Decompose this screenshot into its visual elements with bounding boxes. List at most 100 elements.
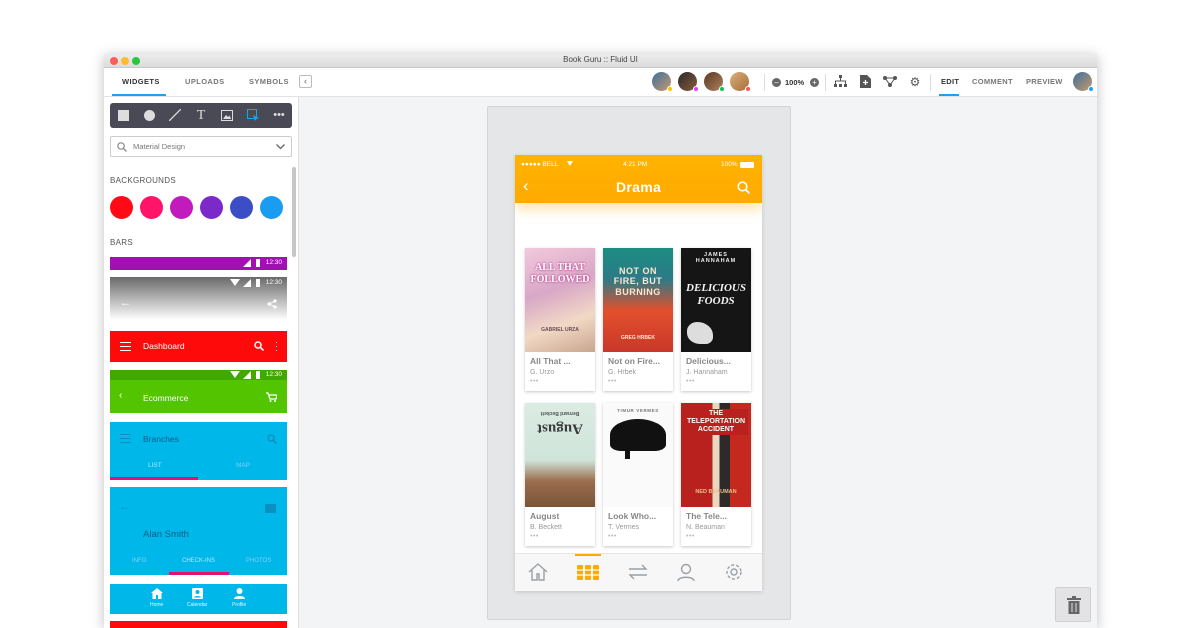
branches-appbar-widget[interactable]: Branches LIST MAP (110, 422, 287, 480)
red-bar-widget[interactable] (110, 621, 287, 628)
transparent-appbar-widget[interactable]: 12:30 ← (110, 277, 287, 320)
more-icon[interactable]: ••• (608, 378, 617, 385)
status-time: 12:30 (265, 259, 282, 266)
swap-arrows-icon (628, 564, 648, 580)
book-title: All That ... (530, 356, 571, 366)
text-tool[interactable]: T (188, 103, 214, 128)
book-author: G. Hrbek (608, 369, 637, 376)
color-swatch[interactable] (260, 196, 283, 219)
drawing-tools: T ••• (110, 103, 292, 128)
cover-author: NED BEAUMAN (695, 489, 737, 495)
toolbar-divider (825, 74, 826, 91)
tab-map[interactable]: MAP (236, 462, 250, 469)
search-input[interactable]: Material Design (133, 142, 185, 151)
ecommerce-appbar-widget[interactable]: 12:30 ‹ Ecommerce (110, 370, 287, 413)
profile-header-widget[interactable]: ← Alan Smith INFO CHECK-INS PHOTOS (110, 487, 287, 575)
battery-icon (256, 371, 260, 379)
more-icon[interactable]: ••• (686, 533, 695, 540)
status-bar-widget-purple[interactable]: 12:30 (110, 257, 287, 270)
book-card[interactable]: Bernard Beckett August August B. Beckett… (525, 403, 595, 546)
phone-screen[interactable]: ●●●●● BELL 4:21 PM 100% ‹ Drama ALL THAT… (515, 155, 762, 591)
widget-library-select[interactable]: Material Design (110, 136, 292, 157)
tab-list[interactable]: LIST (148, 462, 162, 469)
person-icon (677, 563, 695, 582)
tab-check-ins[interactable]: CHECK-INS (182, 558, 215, 564)
hotspot-tool[interactable] (240, 103, 266, 128)
line-tool[interactable] (162, 103, 188, 128)
nav-exchange[interactable] (626, 562, 650, 584)
mode-comment[interactable]: COMMENT (972, 77, 1013, 86)
more-icon[interactable]: ••• (686, 378, 695, 385)
books-icon (577, 565, 599, 580)
color-swatch[interactable] (140, 196, 163, 219)
toolbar-divider (764, 74, 765, 91)
book-card[interactable]: TIMUR VERMES Look Who... T. Vermes ••• (603, 403, 673, 546)
more-icon[interactable]: ••• (530, 378, 539, 385)
tab-symbols[interactable]: SYMBOLS (249, 77, 289, 86)
book-cover: Bernard Beckett August (525, 403, 595, 507)
search-icon (117, 142, 127, 152)
settings-button[interactable]: ⚙ (908, 75, 922, 89)
ellipse-tool[interactable] (136, 103, 162, 128)
delete-button[interactable] (1055, 587, 1091, 622)
wifi-icon (230, 279, 240, 286)
zoom-out-button[interactable]: – (772, 78, 781, 87)
collaborator-avatar[interactable] (652, 72, 673, 92)
tab-uploads[interactable]: UPLOADS (185, 77, 224, 86)
zoom-in-button[interactable]: + (810, 78, 819, 87)
appbar-title: Branches (143, 434, 179, 444)
nav-library[interactable] (576, 562, 600, 584)
tab-photos[interactable]: PHOTOS (246, 558, 271, 564)
book-card[interactable]: THE TELEPORTATION ACCIDENT NED BEAUMAN T… (681, 403, 751, 546)
sitemap-icon (833, 75, 847, 87)
rectangle-tool[interactable] (110, 103, 136, 128)
active-mode-indicator (939, 94, 959, 96)
battery-icon (256, 279, 260, 287)
link-flow-button[interactable] (883, 75, 897, 89)
collapse-panel-button[interactable]: ‹ (299, 75, 312, 88)
color-swatch[interactable] (200, 196, 223, 219)
add-page-button[interactable] (858, 75, 872, 89)
top-toolbar: WIDGETS UPLOADS SYMBOLS ‹ – 100% + ⚙ EDI… (104, 68, 1097, 97)
nav-profile[interactable] (675, 562, 699, 584)
book-card[interactable]: ALL THAT FOLLOWED GABRIEL URZA All That … (525, 248, 595, 391)
more-icon[interactable]: ••• (530, 533, 539, 540)
panel-scrollbar[interactable] (292, 167, 296, 257)
status-time: 12:30 (265, 279, 282, 286)
search-icon[interactable] (737, 181, 750, 194)
nav-settings[interactable] (723, 562, 747, 584)
cart-icon (266, 392, 277, 402)
book-author: T. Vermes (608, 524, 640, 531)
nav-home[interactable] (527, 562, 551, 584)
share-nodes-icon (883, 76, 897, 87)
battery-icon (256, 259, 260, 267)
share-icon (267, 299, 277, 309)
comment-icon (265, 504, 276, 513)
book-card[interactable]: JAMES HANNAHAM DELICIOUS FOODS Delicious… (681, 248, 751, 391)
book-card[interactable]: NOT ON FIRE, BUT BURNING GREG HRBEK Not … (603, 248, 673, 391)
mode-preview[interactable]: PREVIEW (1026, 77, 1063, 86)
collaborator-avatar[interactable] (730, 72, 751, 92)
contact-icon (192, 588, 203, 599)
sitemap-button[interactable] (833, 75, 847, 89)
color-swatch[interactable] (230, 196, 253, 219)
book-author: J. Hannaham (686, 369, 728, 376)
bottom-nav-widget[interactable]: Home Calendar Profile (110, 584, 287, 614)
more-icon[interactable]: ••• (608, 533, 617, 540)
collaborator-avatar[interactable] (678, 72, 699, 92)
chevron-left-icon: ‹ (304, 76, 307, 86)
color-swatch[interactable] (110, 196, 133, 219)
mode-edit[interactable]: EDIT (941, 77, 959, 86)
image-tool[interactable] (214, 103, 240, 128)
tab-info[interactable]: INFO (132, 558, 146, 564)
book-cover: ALL THAT FOLLOWED GABRIEL URZA (525, 248, 595, 352)
active-tab-indicator (112, 94, 166, 96)
current-user-avatar[interactable] (1073, 72, 1094, 92)
signal-icon (243, 259, 251, 267)
tab-widgets[interactable]: WIDGETS (122, 77, 160, 86)
dashboard-appbar-widget[interactable]: Dashboard · · · (110, 331, 287, 362)
collaborator-avatar[interactable] (704, 72, 725, 92)
search-icon (267, 434, 277, 444)
more-tools-button[interactable]: ••• (266, 103, 292, 128)
color-swatch[interactable] (170, 196, 193, 219)
